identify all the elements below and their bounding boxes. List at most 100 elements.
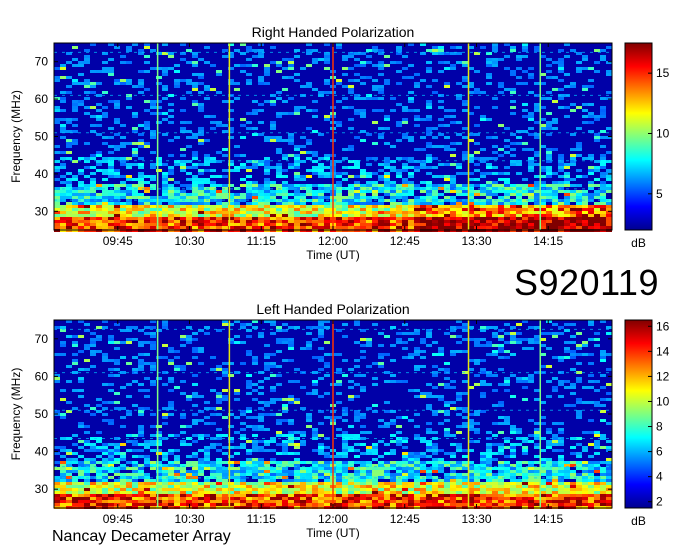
intensity-cell <box>108 335 114 338</box>
intensity-cell <box>222 226 228 229</box>
intensity-cell <box>366 461 372 464</box>
intensity-cell <box>384 401 390 404</box>
intensity-cell <box>174 485 180 488</box>
intensity-cell <box>342 452 348 455</box>
intensity-cell <box>606 208 612 211</box>
intensity-cell <box>600 359 606 362</box>
intensity-cell <box>504 440 510 443</box>
intensity-cell <box>492 491 498 494</box>
intensity-cell <box>114 190 120 193</box>
intensity-cell <box>522 479 528 482</box>
intensity-cell <box>288 58 294 61</box>
intensity-cell <box>450 148 456 151</box>
intensity-cell <box>432 482 438 485</box>
intensity-cell <box>246 166 252 169</box>
intensity-cell <box>324 55 330 58</box>
intensity-cell <box>552 479 558 482</box>
intensity-cell <box>372 208 378 211</box>
intensity-cell <box>324 452 330 455</box>
intensity-cell <box>474 359 480 362</box>
intensity-cell <box>132 178 138 181</box>
intensity-cell <box>168 193 174 196</box>
intensity-cell <box>342 58 348 61</box>
intensity-cell <box>366 214 372 217</box>
intensity-cell <box>558 226 564 229</box>
intensity-cell <box>120 175 126 178</box>
intensity-cell <box>408 389 414 392</box>
intensity-cell <box>474 88 480 91</box>
intensity-cell <box>138 145 144 148</box>
intensity-cell <box>150 211 156 214</box>
intensity-cell <box>66 172 72 175</box>
intensity-cell <box>282 482 288 485</box>
intensity-cell <box>396 341 402 344</box>
intensity-cell <box>150 467 156 470</box>
intensity-cell <box>198 178 204 181</box>
intensity-cell <box>378 64 384 67</box>
intensity-cell <box>390 97 396 100</box>
intensity-cell <box>564 205 570 208</box>
intensity-cell <box>444 494 450 497</box>
intensity-cell <box>534 226 540 229</box>
intensity-cell <box>528 133 534 136</box>
intensity-cell <box>534 196 540 199</box>
intensity-cell <box>318 163 324 166</box>
intensity-cell <box>60 166 66 169</box>
intensity-cell <box>336 121 342 124</box>
intensity-cell <box>360 175 366 178</box>
intensity-cell <box>120 485 126 488</box>
intensity-cell <box>402 458 408 461</box>
intensity-cell <box>504 223 510 226</box>
intensity-cell <box>186 473 192 476</box>
intensity-cell <box>456 121 462 124</box>
intensity-cell <box>498 211 504 214</box>
intensity-cell <box>54 151 60 154</box>
intensity-cell <box>504 67 510 70</box>
intensity-cell <box>396 223 402 226</box>
intensity-cell <box>312 338 318 341</box>
intensity-cell <box>390 109 396 112</box>
intensity-cell <box>276 341 282 344</box>
intensity-cell <box>108 419 114 422</box>
intensity-cell <box>198 494 204 497</box>
intensity-cell <box>108 208 114 211</box>
intensity-cell <box>312 214 318 217</box>
intensity-cell <box>552 190 558 193</box>
intensity-cell <box>168 55 174 58</box>
intensity-cell <box>264 172 270 175</box>
intensity-cell <box>348 446 354 449</box>
intensity-cell <box>306 347 312 350</box>
intensity-cell <box>528 419 534 422</box>
intensity-cell <box>390 326 396 329</box>
intensity-cell <box>438 124 444 127</box>
intensity-cell <box>336 368 342 371</box>
intensity-cell <box>492 223 498 226</box>
intensity-cell <box>192 347 198 350</box>
intensity-cell <box>372 202 378 205</box>
intensity-cell <box>270 136 276 139</box>
intensity-cell <box>576 148 582 151</box>
intensity-cell <box>252 398 258 401</box>
intensity-cell <box>594 115 600 118</box>
intensity-cell <box>168 154 174 157</box>
intensity-cell <box>564 404 570 407</box>
intensity-cell <box>132 226 138 229</box>
intensity-cell <box>318 491 324 494</box>
intensity-cell <box>432 145 438 148</box>
intensity-cell <box>96 326 102 329</box>
intensity-cell <box>444 386 450 389</box>
intensity-cell <box>102 157 108 160</box>
intensity-cell <box>600 434 606 437</box>
intensity-cell <box>198 184 204 187</box>
intensity-cell <box>486 61 492 64</box>
intensity-cell <box>72 353 78 356</box>
intensity-cell <box>294 214 300 217</box>
intensity-cell <box>60 449 66 452</box>
intensity-cell <box>192 85 198 88</box>
intensity-cell <box>426 49 432 52</box>
intensity-cell <box>456 494 462 497</box>
intensity-cell <box>348 494 354 497</box>
intensity-cell <box>570 485 576 488</box>
intensity-cell <box>384 118 390 121</box>
intensity-cell <box>576 452 582 455</box>
